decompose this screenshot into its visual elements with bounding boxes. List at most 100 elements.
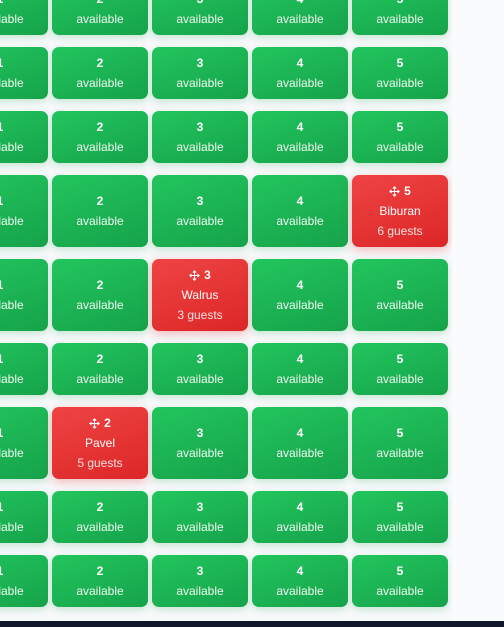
available-table-cell[interactable]: 1 available: [0, 491, 48, 543]
availability-status: available: [376, 11, 424, 26]
available-table-cell[interactable]: 3 available: [152, 47, 248, 99]
availability-status: available: [376, 75, 424, 90]
available-table-cell[interactable]: 2 available: [52, 175, 148, 247]
available-table-cell[interactable]: 2 available: [52, 555, 148, 607]
table-number: 5: [396, 425, 404, 440]
available-table-cell[interactable]: 4 available: [252, 491, 348, 543]
availability-status: available: [0, 445, 24, 460]
available-table-cell[interactable]: 1 available: [0, 175, 48, 247]
available-table-cell[interactable]: 5 available: [352, 343, 448, 395]
available-table-cell[interactable]: 3 available: [152, 407, 248, 479]
table-row: 1 available 2 available 3 available 4 available…: [0, 47, 452, 99]
available-table-cell[interactable]: 4 available: [252, 175, 348, 247]
table-number: 3: [196, 351, 204, 366]
guest-name: Walrus: [181, 287, 219, 302]
move-icon: [89, 417, 100, 429]
table-number: 4: [296, 351, 304, 366]
table-number: 3: [196, 119, 204, 134]
available-table-cell[interactable]: 3 available: [152, 343, 248, 395]
available-table-cell[interactable]: 5 available: [352, 0, 448, 35]
available-table-cell[interactable]: 2 available: [52, 111, 148, 163]
booked-table-cell[interactable]: 3 Walrus 3 guests: [152, 259, 248, 331]
available-table-cell[interactable]: 4 available: [252, 47, 348, 99]
available-table-cell[interactable]: 5 available: [352, 491, 448, 543]
right-gutter: [452, 0, 504, 621]
table-number: 1: [0, 278, 3, 293]
table-number: 5: [396, 499, 404, 514]
guest-name: Biburan: [379, 203, 421, 218]
available-table-cell[interactable]: 2 available: [52, 343, 148, 395]
availability-status: available: [276, 519, 324, 534]
available-table-cell[interactable]: 3 available: [152, 175, 248, 247]
available-table-cell[interactable]: 1 available: [0, 407, 48, 479]
available-table-cell[interactable]: 4 available: [252, 111, 348, 163]
availability-status: available: [0, 371, 24, 386]
table-number: 1: [0, 194, 3, 209]
table-number: 5: [389, 184, 411, 199]
guest-count: 5 guests: [77, 455, 123, 470]
available-table-cell[interactable]: 4 available: [252, 0, 348, 35]
table-number: 3: [196, 499, 204, 514]
table-number: 2: [96, 563, 104, 578]
table-number: 1: [0, 120, 3, 135]
available-table-cell[interactable]: 5 available: [352, 555, 448, 607]
availability-status: available: [76, 583, 124, 598]
table-row: 1 available 2 available 3 Walrus 3 guests 4 avai…: [0, 259, 452, 331]
available-table-cell[interactable]: 5 available: [352, 47, 448, 99]
availability-status: available: [276, 445, 324, 460]
availability-status: available: [176, 371, 224, 386]
availability-status: available: [176, 583, 224, 598]
availability-status: available: [76, 213, 124, 228]
move-icon: [389, 185, 400, 197]
table-number: 2: [96, 55, 104, 70]
available-table-cell[interactable]: 4 available: [252, 407, 348, 479]
available-table-cell[interactable]: 5 available: [352, 111, 448, 163]
table-row: 1 available 2 available 3 available 4 available…: [0, 111, 452, 163]
available-table-cell[interactable]: 5 available: [352, 407, 448, 479]
available-table-cell[interactable]: 4 available: [252, 343, 348, 395]
availability-status: available: [76, 519, 124, 534]
table-row: 1 available 2 available 3 available 4 available…: [0, 175, 452, 247]
table-row: 1 available 2 available 3 available 4 available…: [0, 491, 452, 543]
table-row: 1 available 2 available 3 available 4 available…: [0, 343, 452, 395]
availability-status: available: [76, 75, 124, 90]
available-table-cell[interactable]: 1 available: [0, 47, 48, 99]
availability-status: available: [176, 11, 224, 26]
availability-status: available: [76, 297, 124, 312]
available-table-cell[interactable]: 3 available: [152, 0, 248, 35]
table-number: 1: [0, 564, 3, 579]
available-table-cell[interactable]: 2 available: [52, 491, 148, 543]
available-table-cell[interactable]: 4 available: [252, 555, 348, 607]
available-table-cell[interactable]: 4 available: [252, 259, 348, 331]
available-table-cell[interactable]: 1 available: [0, 0, 48, 35]
availability-status: available: [276, 213, 324, 228]
table-number: 5: [396, 563, 404, 578]
availability-status: available: [0, 519, 24, 534]
available-table-cell[interactable]: 3 available: [152, 555, 248, 607]
table-number: 3: [196, 563, 204, 578]
table-number: 1: [0, 500, 3, 515]
available-table-cell[interactable]: 1 available: [0, 111, 48, 163]
available-table-cell[interactable]: 2 available: [52, 0, 148, 35]
available-table-cell[interactable]: 2 available: [52, 47, 148, 99]
availability-status: available: [76, 11, 124, 26]
available-table-cell[interactable]: 3 available: [152, 491, 248, 543]
available-table-cell[interactable]: 1 available: [0, 343, 48, 395]
bottom-bar: [0, 621, 504, 627]
availability-status: available: [0, 297, 24, 312]
available-table-cell[interactable]: 5 available: [352, 259, 448, 331]
table-number: 5: [397, 0, 404, 7]
booked-table-cell[interactable]: 5 Biburan 6 guests: [352, 175, 448, 247]
available-table-cell[interactable]: 1 available: [0, 259, 48, 331]
available-table-cell[interactable]: 3 available: [152, 111, 248, 163]
availability-status: available: [0, 11, 24, 26]
available-table-cell[interactable]: 2 available: [52, 259, 148, 331]
availability-status: available: [276, 583, 324, 598]
availability-status: available: [0, 583, 24, 598]
booked-table-cell[interactable]: 2 Pavel 5 guests: [52, 407, 148, 479]
available-table-cell[interactable]: 1 available: [0, 555, 48, 607]
move-icon: [189, 269, 200, 281]
table-row: 1 available 2 available 3 available 4 available…: [0, 555, 452, 607]
table-number: 5: [396, 351, 404, 366]
table-number: 4: [296, 119, 304, 134]
